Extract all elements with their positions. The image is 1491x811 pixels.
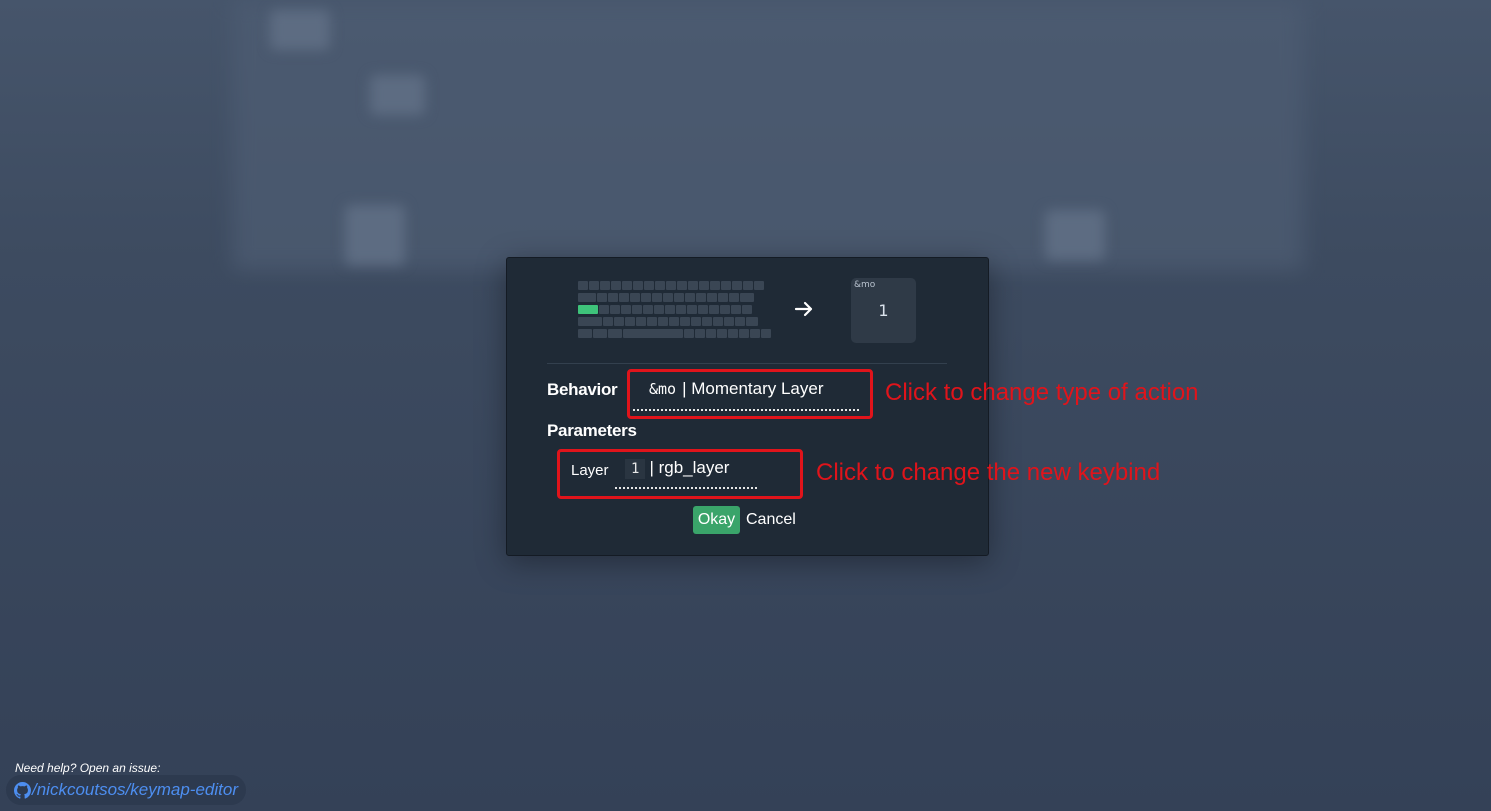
help-text: Need help? Open an issue: (15, 761, 161, 775)
mini-key (625, 317, 635, 326)
mini-key (739, 329, 749, 338)
mini-key (732, 281, 742, 290)
mini-key (578, 329, 592, 338)
mini-key (731, 305, 741, 314)
mini-key (688, 281, 698, 290)
mini-key (696, 293, 706, 302)
mini-key (578, 293, 596, 302)
arrow-right-icon (794, 301, 813, 317)
mini-key (643, 305, 653, 314)
mini-key (610, 305, 620, 314)
mini-key (720, 305, 730, 314)
mini-key (746, 317, 758, 326)
mini-key (666, 281, 676, 290)
mini-key (632, 305, 642, 314)
mini-key (589, 281, 599, 290)
mini-key (636, 317, 646, 326)
mini-key (750, 329, 760, 338)
mini-key (699, 281, 709, 290)
mini-key (611, 281, 621, 290)
mini-key (691, 317, 701, 326)
mini-key (717, 329, 727, 338)
behavior-highlight-box (627, 369, 873, 419)
mini-key (630, 293, 640, 302)
mini-key (680, 317, 690, 326)
background-key (270, 10, 330, 50)
mini-key (742, 305, 752, 314)
mini-key (754, 281, 764, 290)
divider (547, 363, 947, 364)
github-icon (14, 781, 31, 799)
mini-key (710, 281, 720, 290)
mini-key (600, 281, 610, 290)
mini-key (709, 305, 719, 314)
background-key (370, 75, 425, 115)
mini-key (603, 317, 613, 326)
mini-key (721, 281, 731, 290)
mini-key (724, 317, 734, 326)
mini-key (743, 281, 753, 290)
mini-key (622, 281, 632, 290)
mini-key (658, 317, 668, 326)
mini-key (578, 317, 602, 326)
github-repo-link[interactable]: /nickcoutsos/keymap-editor (6, 775, 246, 805)
mini-key (655, 281, 665, 290)
mini-key (608, 293, 618, 302)
mini-key (687, 305, 697, 314)
mini-key (676, 305, 686, 314)
parameters-label: Parameters (547, 421, 637, 440)
mini-key (706, 329, 716, 338)
mini-key (614, 317, 624, 326)
mini-key (593, 329, 607, 338)
mini-key (599, 305, 609, 314)
okay-button[interactable]: Okay (693, 506, 740, 534)
mini-key (578, 281, 588, 290)
behavior-label: Behavior (547, 380, 618, 399)
mini-key (654, 305, 664, 314)
mini-key (621, 305, 631, 314)
mini-key (707, 293, 717, 302)
mini-key (677, 281, 687, 290)
mini-key (665, 305, 675, 314)
mini-key (674, 293, 684, 302)
mini-key (578, 305, 598, 314)
mini-key (641, 293, 651, 302)
mini-key (695, 329, 705, 338)
mini-key (644, 281, 654, 290)
parameter-hint: Click to change the new keybind (816, 459, 1161, 486)
mini-key (623, 329, 683, 338)
mini-key (652, 293, 662, 302)
mini-key (663, 293, 673, 302)
mini-key (698, 305, 708, 314)
background-key (345, 205, 405, 265)
cancel-button[interactable]: Cancel (744, 506, 798, 534)
background-key (1045, 210, 1105, 260)
repo-link-text: /nickcoutsos/keymap-editor (32, 780, 238, 799)
mini-key (647, 317, 657, 326)
mini-keyboard-preview (578, 281, 771, 341)
mini-key (740, 293, 754, 302)
parameter-highlight-box (557, 449, 803, 499)
mini-key (633, 281, 643, 290)
key-preview-param: 1 (878, 301, 889, 320)
key-preview: &mo 1 (851, 278, 916, 343)
mini-key (702, 317, 712, 326)
mini-key (597, 293, 607, 302)
mini-key (608, 329, 622, 338)
mini-key (735, 317, 745, 326)
mini-key (619, 293, 629, 302)
behavior-hint: Click to change type of action (885, 379, 1199, 406)
mini-key (713, 317, 723, 326)
mini-key (685, 293, 695, 302)
mini-key (761, 329, 771, 338)
mini-key (728, 329, 738, 338)
key-preview-behavior: &mo (854, 280, 876, 290)
mini-key (729, 293, 739, 302)
mini-key (718, 293, 728, 302)
mini-key (669, 317, 679, 326)
mini-key (684, 329, 694, 338)
